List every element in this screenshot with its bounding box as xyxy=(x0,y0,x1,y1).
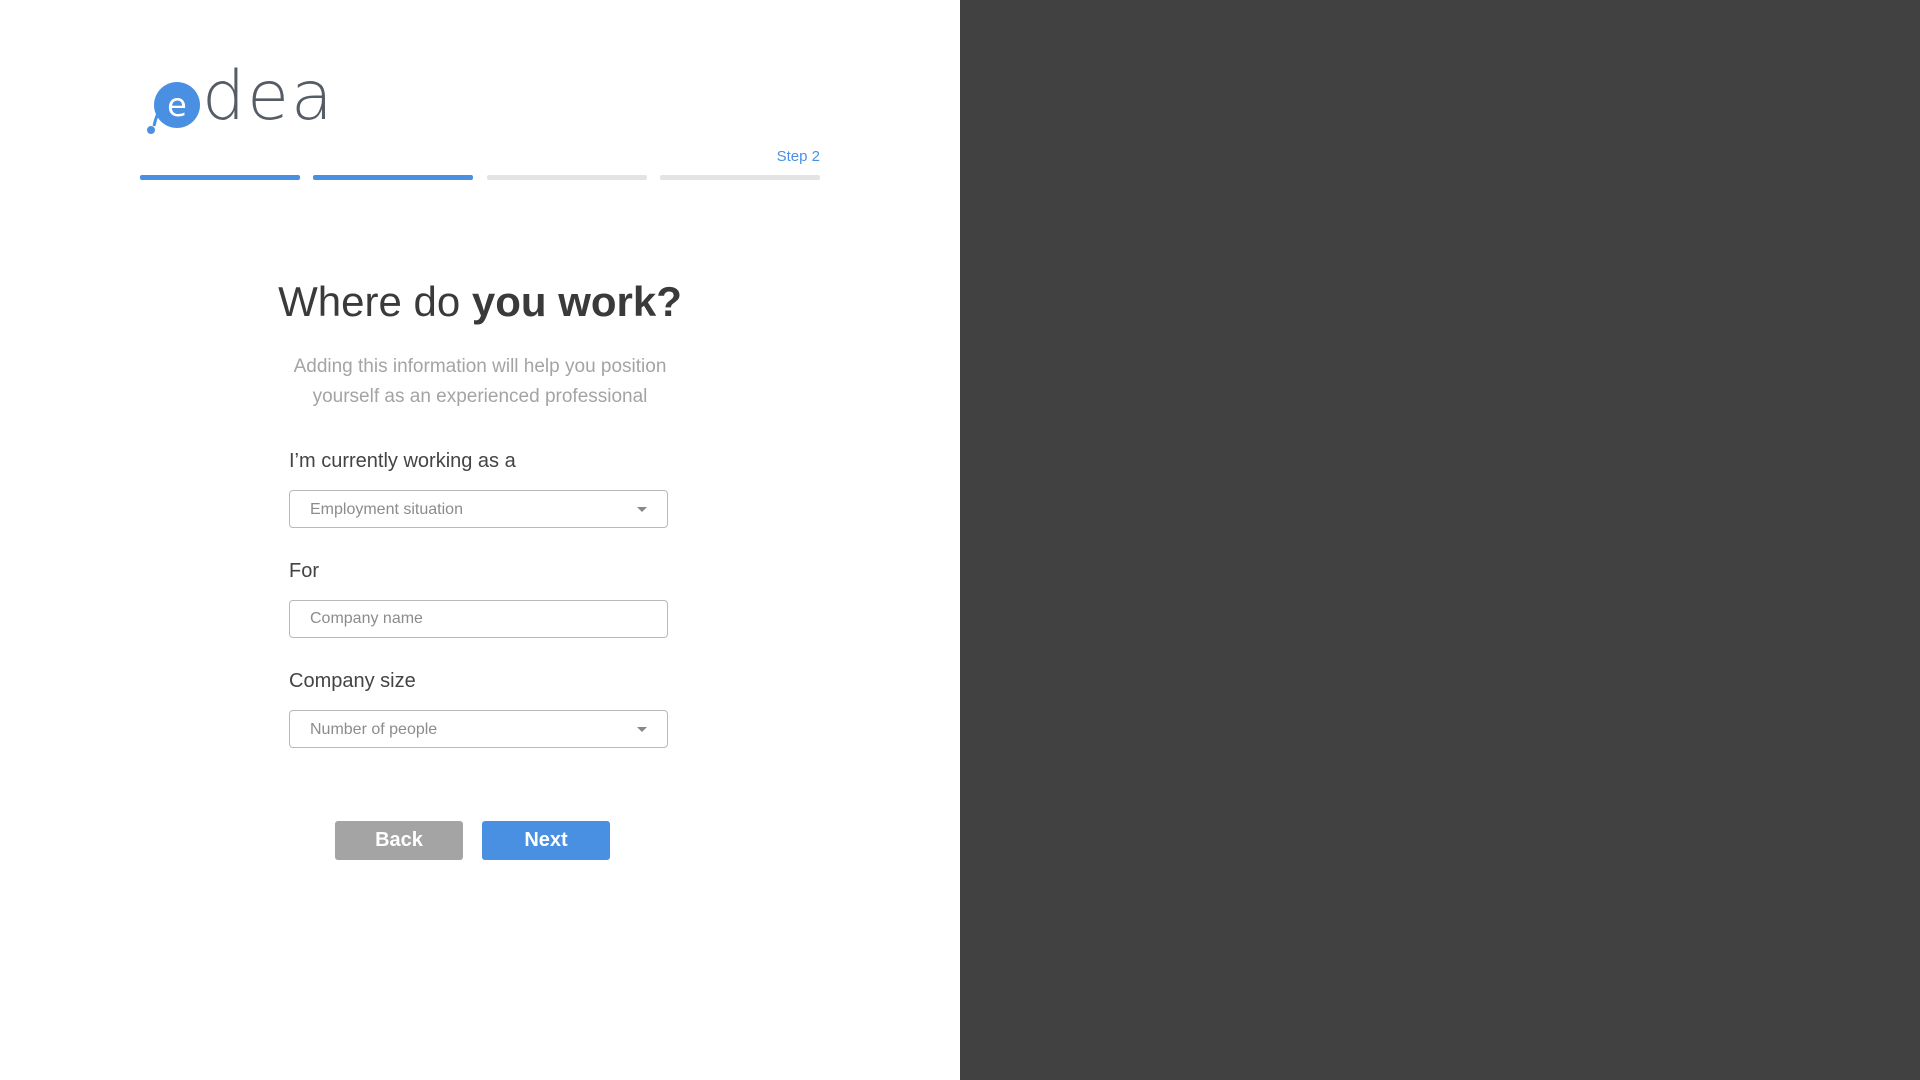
employment-select[interactable]: Employment situation xyxy=(289,490,668,528)
chevron-down-icon xyxy=(637,507,647,512)
progress-segment-1 xyxy=(140,175,300,180)
page-title: Where do you work? xyxy=(190,278,770,326)
back-button[interactable]: Back xyxy=(335,821,463,860)
chevron-down-icon xyxy=(637,727,647,732)
logo-wordmark: dea xyxy=(202,57,335,136)
svg-text:e: e xyxy=(167,86,187,124)
progress-segment-4 xyxy=(660,175,820,180)
page-title-prefix: Where do xyxy=(278,278,461,325)
progress-segment-2 xyxy=(313,175,473,180)
page-title-emphasis: you work? xyxy=(471,278,682,325)
company-name-input[interactable] xyxy=(289,600,668,638)
company-size-select[interactable]: Number of people xyxy=(289,710,668,748)
step-indicator-label: Step 2 xyxy=(776,148,820,165)
edea-logo: e dea xyxy=(146,57,346,136)
company-size-label: Company size xyxy=(289,670,416,692)
next-button[interactable]: Next xyxy=(482,821,610,860)
page-subtitle: Adding this information will help you po… xyxy=(293,356,667,407)
employment-select-placeholder: Employment situation xyxy=(310,501,463,518)
onboarding-panel: e dea Step 2 Where do you work? Adding t… xyxy=(0,0,960,1080)
step-progress-bar xyxy=(140,175,820,181)
company-label: For xyxy=(289,560,319,582)
logo-e-mark-icon: e xyxy=(147,82,200,134)
employment-label: I’m currently working as a xyxy=(289,450,516,472)
company-size-select-placeholder: Number of people xyxy=(310,721,438,738)
progress-segment-3 xyxy=(487,175,647,180)
side-image-panel xyxy=(960,0,1920,1080)
